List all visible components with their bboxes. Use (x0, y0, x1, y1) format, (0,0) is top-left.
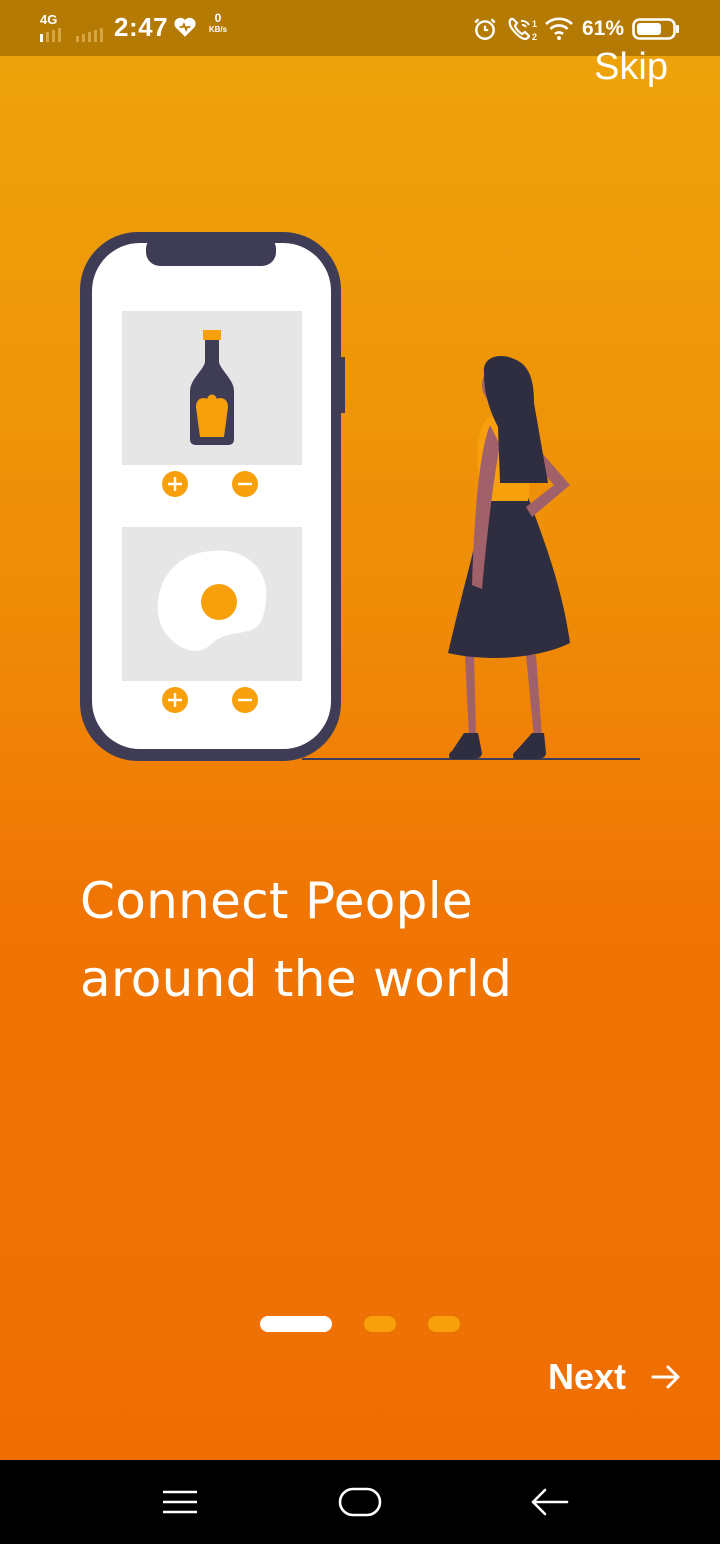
svg-text:2: 2 (532, 32, 537, 42)
onboarding-illustration (80, 232, 640, 761)
page-dot-2[interactable] (364, 1316, 396, 1332)
system-nav-bar (0, 1460, 720, 1544)
speed-unit: KB/s (208, 25, 228, 34)
back-icon[interactable] (525, 1480, 575, 1524)
network-type-label: 4G (40, 12, 58, 27)
next-label: Next (547, 1356, 626, 1397)
alarm-icon (474, 18, 496, 40)
home-icon[interactable] (335, 1480, 385, 1524)
headline: Connect People around the world (80, 862, 640, 1018)
next-button[interactable]: Next (548, 1356, 682, 1398)
onboarding-screen: 4G 2:47 0 KB/s 1 2 61% Skip Connect Peop… (0, 0, 720, 1460)
headline-line-2: around the world (80, 950, 513, 1008)
page-dot-active[interactable] (260, 1316, 332, 1332)
speed-value: 0 (214, 11, 222, 25)
svg-text:1: 1 (532, 19, 537, 29)
clock: 2:47 (114, 12, 169, 42)
headline-line-1: Connect People (80, 872, 473, 930)
skip-button[interactable]: Skip (594, 46, 668, 89)
wifi-call-icon: 1 2 (508, 17, 537, 42)
phone-illustration (80, 232, 345, 761)
signal-icon (40, 28, 103, 42)
menu-icon[interactable] (155, 1480, 205, 1524)
battery-percent: 61% (582, 17, 625, 40)
page-dot-3[interactable] (428, 1316, 460, 1332)
network-speed: 0 KB/s (206, 12, 230, 36)
arrow-right-icon (651, 1365, 680, 1389)
wifi-icon (545, 17, 573, 40)
battery-icon (632, 18, 679, 40)
heart-icon (174, 17, 196, 37)
woman-figure (448, 355, 570, 759)
